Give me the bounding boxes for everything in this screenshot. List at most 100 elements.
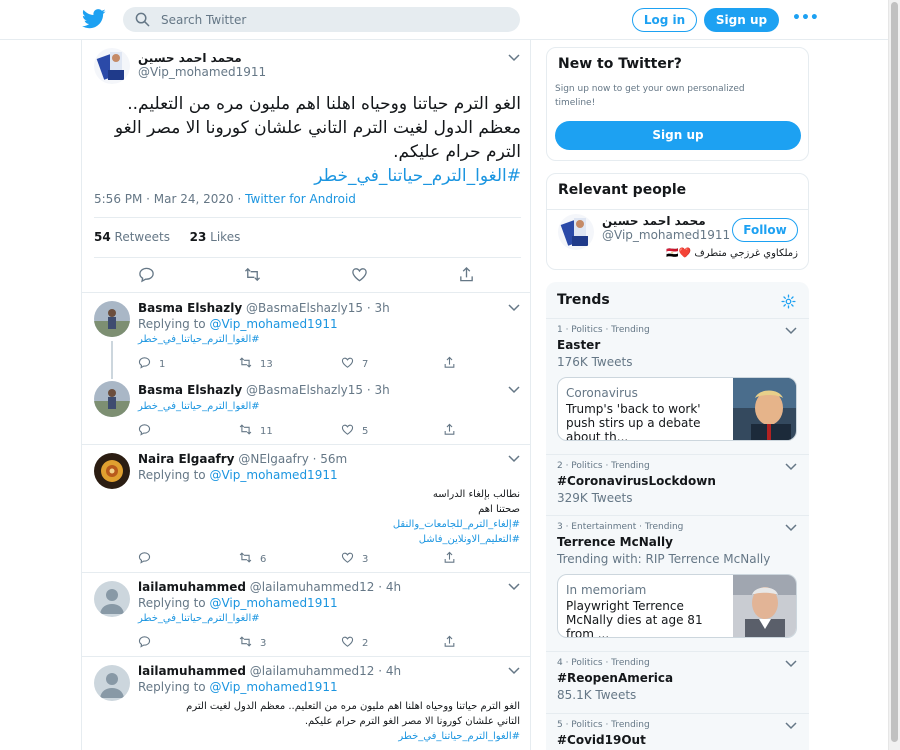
retweet-action[interactable]: 13 <box>239 356 273 370</box>
signup-button[interactable]: Sign up <box>555 121 801 150</box>
trend-title[interactable]: #Covid19Out <box>557 733 797 747</box>
signup-button[interactable]: Sign up <box>704 8 779 32</box>
author-name[interactable]: Basma Elshazly <box>138 301 242 315</box>
trend-item[interactable]: 4 · Politics · Trending #ReopenAmerica 8… <box>557 658 797 702</box>
news-card[interactable]: In memoriam Playwright Terrence McNally … <box>557 574 797 638</box>
avatar[interactable] <box>94 453 130 489</box>
trend-title[interactable]: Terrence McNally <box>557 535 797 549</box>
share-action[interactable] <box>443 356 456 370</box>
news-headline[interactable]: Trump's 'back to work' push stirs up a d… <box>566 402 731 440</box>
chevron-down-icon[interactable] <box>785 524 797 532</box>
person-name[interactable]: محمد احمد حسين <box>602 214 706 228</box>
trend-title[interactable]: #CoronavirusLockdown <box>557 474 797 488</box>
hashtag-link[interactable]: #الغوا_الترم_حياتنا_في_خطر <box>138 401 260 412</box>
reply-icon[interactable] <box>138 266 155 283</box>
trend-item[interactable]: 3 · Entertainment · Trending Terrence Mc… <box>557 522 797 566</box>
avatar[interactable] <box>94 581 130 617</box>
chevron-down-icon[interactable] <box>508 667 520 675</box>
retweet-icon[interactable] <box>244 266 261 283</box>
share-icon[interactable] <box>443 635 456 648</box>
chevron-down-icon[interactable] <box>508 455 520 463</box>
trend-title[interactable]: #ReopenAmerica <box>557 671 797 685</box>
gear-icon[interactable] <box>781 294 796 309</box>
hashtag-link[interactable]: #إلغاء_الترم_للجامعات_والنقل <box>138 517 520 532</box>
reply-action[interactable] <box>138 635 151 649</box>
retweet-action[interactable]: 6 <box>239 551 266 565</box>
follow-button[interactable]: Follow <box>732 218 798 242</box>
avatar[interactable] <box>94 665 130 701</box>
like-icon[interactable] <box>341 551 354 564</box>
chevron-down-icon[interactable] <box>785 660 797 668</box>
like-icon[interactable] <box>341 423 354 436</box>
more-options-icon[interactable]: ••• <box>792 10 819 26</box>
login-button[interactable]: Log in <box>632 8 697 32</box>
hashtag-link[interactable]: #الغوا_الترم_حياتنا_في_خطر <box>138 334 260 345</box>
like-action[interactable]: 3 <box>341 551 368 565</box>
reply-action[interactable] <box>138 551 151 565</box>
search-box[interactable] <box>123 7 520 32</box>
twitter-logo-icon[interactable] <box>82 9 106 29</box>
share-icon[interactable] <box>443 551 456 564</box>
avatar[interactable] <box>94 301 130 337</box>
share-icon[interactable] <box>443 356 456 369</box>
hashtag-link[interactable]: #الغوا_الترم_حياتنا_في_خطر <box>94 164 521 188</box>
author-name[interactable]: Naira Elgaafry <box>138 452 235 466</box>
chevron-down-icon[interactable] <box>508 54 520 62</box>
author-handle[interactable]: @Vip_mohamed1911 <box>138 65 266 79</box>
trend-item[interactable]: 2 · Politics · Trending #CoronavirusLock… <box>557 461 797 505</box>
retweet-icon[interactable] <box>239 423 252 436</box>
author-handle[interactable]: @lailamuhammed12 · 4h <box>250 580 401 594</box>
share-icon[interactable] <box>443 423 456 436</box>
chevron-down-icon[interactable] <box>508 583 520 591</box>
hashtag-link[interactable]: #الغوا_الترم_حياتنا_في_خطر <box>138 613 260 624</box>
reply-icon[interactable] <box>138 635 151 648</box>
author-handle[interactable]: @NElgaafry · 56m <box>238 452 347 466</box>
author-name[interactable]: lailamuhammed <box>138 580 246 594</box>
source-link[interactable]: Twitter for Android <box>245 192 356 206</box>
retweet-action[interactable]: 11 <box>239 423 273 437</box>
scrollbar[interactable] <box>888 0 900 750</box>
like-count[interactable]: 23 <box>190 230 207 244</box>
scrollbar-thumb[interactable] <box>891 2 898 742</box>
person-handle[interactable]: @Vip_mohamed1911 <box>602 228 730 242</box>
trend-item[interactable]: 5 · Politics · Trending #Covid19Out <box>557 720 797 747</box>
mention-link[interactable]: @Vip_mohamed1911 <box>209 596 337 610</box>
author-handle[interactable]: @lailamuhammed12 · 4h <box>250 664 401 678</box>
reply-action[interactable] <box>138 423 151 437</box>
like-icon[interactable] <box>351 266 368 283</box>
retweets-label[interactable]: Retweets <box>115 230 170 244</box>
chevron-down-icon[interactable] <box>785 463 797 471</box>
retweet-action[interactable]: 3 <box>239 635 266 649</box>
author-name[interactable]: lailamuhammed <box>138 664 246 678</box>
like-action[interactable]: 2 <box>341 635 368 649</box>
share-action[interactable] <box>443 551 456 565</box>
reply-action[interactable]: 1 <box>138 356 165 370</box>
chevron-down-icon[interactable] <box>785 722 797 730</box>
share-action[interactable] <box>443 423 456 437</box>
retweet-icon[interactable] <box>239 551 252 564</box>
hashtag-link[interactable]: #الغوا_الترم_حياتنا_في_خطر <box>138 729 520 744</box>
mention-link[interactable]: @Vip_mohamed1911 <box>209 468 337 482</box>
like-action[interactable]: 7 <box>341 356 368 370</box>
timestamp-text[interactable]: 5:56 PM · Mar 24, 2020 <box>94 192 234 206</box>
author-handle[interactable]: @BasmaElshazly15 · 3h <box>246 301 390 315</box>
retweet-count[interactable]: 54 <box>94 230 111 244</box>
author-name[interactable]: محمد احمد حسين <box>138 51 242 65</box>
news-headline[interactable]: Playwright Terrence McNally dies at age … <box>566 599 731 637</box>
chevron-down-icon[interactable] <box>785 327 797 335</box>
retweet-icon[interactable] <box>239 635 252 648</box>
likes-label[interactable]: Likes <box>210 230 240 244</box>
share-action[interactable] <box>443 635 456 649</box>
search-input[interactable] <box>161 9 501 30</box>
author-handle[interactable]: @BasmaElshazly15 · 3h <box>246 383 390 397</box>
avatar[interactable] <box>94 48 130 84</box>
mention-link[interactable]: @Vip_mohamed1911 <box>209 317 337 331</box>
trend-title[interactable]: Easter <box>557 338 797 352</box>
trend-item[interactable]: 1 · Politics · Trending Easter 176K Twee… <box>557 325 797 369</box>
reply-icon[interactable] <box>138 356 151 369</box>
reply-icon[interactable] <box>138 551 151 564</box>
author-name[interactable]: Basma Elshazly <box>138 383 242 397</box>
avatar[interactable] <box>94 381 130 417</box>
like-icon[interactable] <box>341 356 354 369</box>
mention-link[interactable]: @Vip_mohamed1911 <box>209 680 337 694</box>
